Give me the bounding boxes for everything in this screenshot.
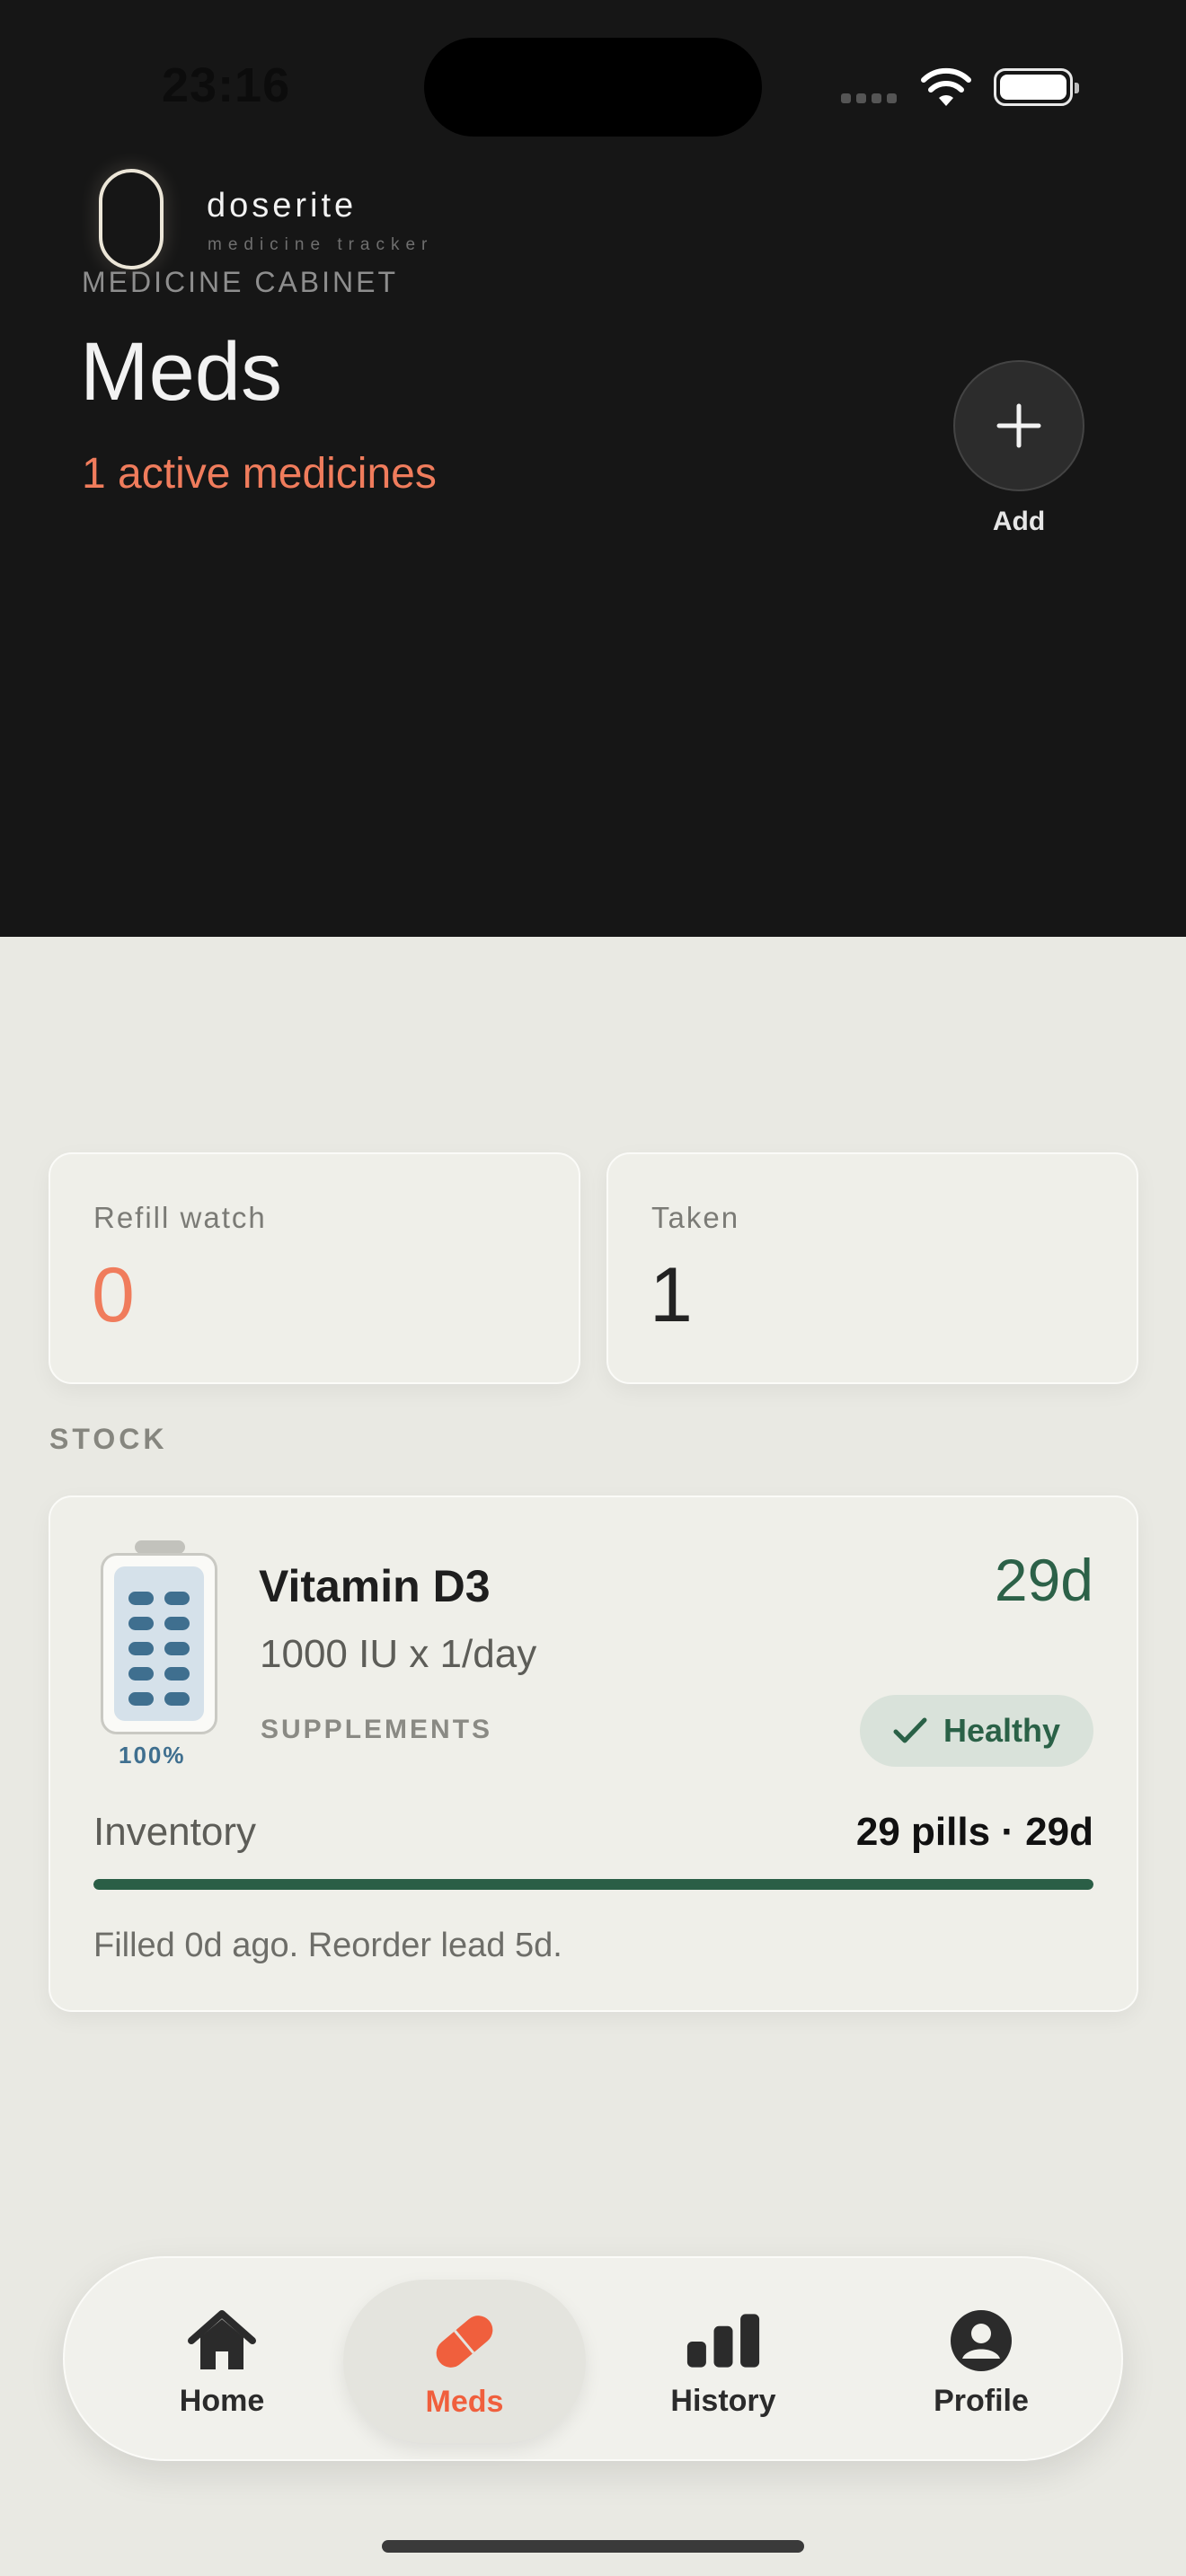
medicine-category: SUPPLEMENTS xyxy=(261,1715,493,1744)
stat-label: Refill watch xyxy=(93,1201,267,1234)
house-icon xyxy=(184,2303,260,2378)
bottle-fill-percent: 100% xyxy=(119,1742,186,1769)
taken-card[interactable]: Taken 1 xyxy=(606,1152,1138,1384)
checkmark-icon xyxy=(893,1717,927,1743)
inventory-progress-fill xyxy=(93,1879,1093,1890)
pill-dot xyxy=(164,1667,190,1681)
person-icon xyxy=(943,2303,1019,2378)
battery-icon xyxy=(994,68,1079,106)
plus-icon xyxy=(996,403,1041,448)
stock-section-label: STOCK xyxy=(49,1423,168,1455)
pill-dot xyxy=(164,1642,190,1655)
tab-profile[interactable]: Profile xyxy=(860,2258,1102,2463)
active-count: 1 active medicines xyxy=(82,450,437,498)
tab-meds[interactable]: Meds xyxy=(343,2280,586,2443)
days-remaining: 29d xyxy=(994,1547,1093,1613)
inventory-value: 29 pills · 29d xyxy=(855,1810,1093,1854)
section-eyebrow: MEDICINE CABINET xyxy=(82,266,399,298)
tab-history[interactable]: History xyxy=(602,2258,845,2463)
status-time: 23:16 xyxy=(162,58,291,112)
brand-logo-icon xyxy=(99,169,164,269)
cellular-signal-icon xyxy=(841,93,897,103)
pill-dot xyxy=(128,1617,154,1630)
tab-label: Profile xyxy=(934,2383,1029,2418)
add-medicine-button[interactable] xyxy=(953,360,1084,491)
header-panel: 23:16 doserite medicine tracker MEDICINE… xyxy=(0,0,1186,937)
pill-bottle-icon xyxy=(99,1540,221,1734)
medicine-name: Vitamin D3 xyxy=(259,1561,491,1611)
pill-dot xyxy=(164,1692,190,1706)
medicine-dose: 1000 IU x 1/day xyxy=(260,1632,537,1676)
pill-dot xyxy=(128,1642,154,1655)
pill-dot xyxy=(128,1667,154,1681)
brand-tagline: medicine tracker xyxy=(208,235,434,254)
brand-name: doserite xyxy=(207,187,358,225)
pill-icon xyxy=(427,2304,502,2379)
inventory-label: Inventory xyxy=(93,1810,256,1854)
pill-dot xyxy=(164,1592,190,1605)
pill-dot xyxy=(164,1617,190,1630)
tab-bar: Home Meds History Profile xyxy=(63,2256,1123,2461)
dynamic-island xyxy=(424,38,762,137)
refill-note: Filled 0d ago. Reorder lead 5d. xyxy=(93,1927,562,1964)
pill-dot xyxy=(128,1592,154,1605)
pill-dot xyxy=(128,1692,154,1706)
refill-watch-card[interactable]: Refill watch 0 xyxy=(49,1152,580,1384)
bar-chart-icon xyxy=(686,2303,761,2378)
stat-value: 1 xyxy=(650,1252,693,1338)
tab-label: History xyxy=(670,2383,776,2418)
tab-label: Meds xyxy=(425,2384,504,2419)
medicine-card[interactable]: 100% Vitamin D3 1000 IU x 1/day SUPPLEME… xyxy=(49,1495,1138,2012)
stat-value: 0 xyxy=(92,1252,135,1338)
page-title: Meds xyxy=(80,326,282,418)
home-indicator[interactable] xyxy=(382,2540,804,2553)
tab-home[interactable]: Home xyxy=(101,2258,343,2463)
status-badge: Healthy xyxy=(860,1695,1093,1767)
tab-label: Home xyxy=(179,2383,265,2418)
inventory-progress-bar xyxy=(93,1879,1093,1890)
wifi-icon xyxy=(921,67,971,106)
status-badge-label: Healthy xyxy=(943,1712,1061,1749)
stat-label: Taken xyxy=(651,1201,740,1234)
add-button-label: Add xyxy=(992,507,1046,536)
